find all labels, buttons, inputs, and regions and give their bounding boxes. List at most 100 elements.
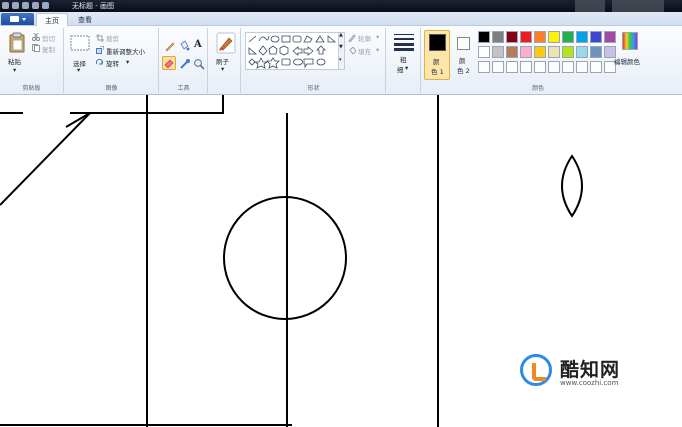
chevron-down-icon [22, 18, 26, 21]
paste-button[interactable]: 粘贴 [8, 56, 21, 66]
palette-swatch[interactable] [478, 46, 490, 58]
palette-swatch[interactable] [604, 31, 616, 43]
color2-swatch [457, 37, 470, 50]
palette-swatch[interactable] [520, 31, 532, 43]
colors-group: 颜 色 1 颜 色 2 编辑颜色 颜色 [422, 28, 654, 93]
paste-dropdown-arrow[interactable]: ▾ [13, 66, 16, 74]
palette-swatch[interactable] [534, 46, 546, 58]
shapes-gallery-scroll[interactable]: ▲ ▼ ▾ [338, 32, 345, 70]
tab-view[interactable]: 查看 [70, 13, 100, 26]
cut-icon [32, 33, 40, 41]
palette-swatch[interactable] [576, 46, 588, 58]
undo-quick-icon[interactable] [22, 2, 29, 9]
crop-button[interactable]: 裁剪 [106, 33, 119, 43]
edit-colors-icon[interactable] [622, 32, 638, 50]
palette-swatch[interactable] [534, 31, 546, 43]
palette-swatch[interactable] [548, 46, 560, 58]
rotate-icon [96, 58, 103, 65]
shapes-gallery[interactable] [245, 32, 340, 70]
outline-dropdown-arrow[interactable]: ▾ [376, 33, 379, 41]
palette-swatch[interactable] [590, 46, 602, 58]
clipboard-group: 粘贴 ▾ 剪切 复制 剪贴板 [0, 28, 64, 93]
tab-home[interactable]: 主页 [36, 13, 68, 26]
crop-icon [96, 34, 104, 42]
save-quick-icon[interactable] [12, 2, 19, 9]
rotate-button[interactable]: 旋转 [106, 58, 119, 68]
palette-swatch-empty[interactable] [478, 61, 490, 73]
palette-swatch[interactable] [590, 31, 602, 43]
watermark: 酷知网 www.coozhi.com [516, 344, 662, 396]
title-bar: 无标题 - 画图 [0, 0, 682, 12]
expand-gallery-icon[interactable]: ▾ [339, 57, 342, 63]
outline-button[interactable]: 轮廓 [358, 33, 371, 43]
color1-button[interactable]: 颜 色 1 [424, 30, 450, 80]
brush-icon[interactable] [216, 32, 236, 54]
palette-swatch-empty[interactable] [576, 61, 588, 73]
size-dropdown-arrow[interactable]: ▾ [405, 64, 408, 72]
edit-colors-button[interactable]: 编辑颜色 [614, 56, 640, 66]
fill-bucket-icon[interactable] [178, 40, 190, 52]
background-window-blur-2 [612, 0, 664, 12]
palette-swatch-empty[interactable] [562, 61, 574, 73]
app-icon [2, 2, 9, 9]
watermark-name: 酷知网 [560, 359, 621, 381]
palette-swatch[interactable] [506, 31, 518, 43]
paste-icon[interactable] [8, 32, 26, 54]
rotate-dropdown-arrow[interactable]: ▾ [126, 58, 129, 66]
palette-swatch[interactable] [478, 31, 490, 43]
palette-swatch-empty[interactable] [492, 61, 504, 73]
eraser-icon [164, 59, 174, 69]
size-label-top: 粗 [400, 56, 407, 64]
drawn-line-diagonal [0, 112, 91, 206]
size-button[interactable]: 细 [397, 64, 404, 74]
file-menu-button[interactable] [1, 13, 34, 25]
palette-swatch[interactable] [520, 46, 532, 58]
fill-button[interactable]: 填充 [358, 46, 371, 56]
color2-button[interactable]: 颜 色 2 [452, 30, 476, 80]
palette-swatch-empty[interactable] [520, 61, 532, 73]
shapes-group-label: 形状 [307, 85, 320, 92]
scroll-up-icon[interactable]: ▲ [339, 32, 343, 38]
palette-swatch[interactable] [492, 31, 504, 43]
copy-button[interactable]: 复制 [42, 44, 55, 54]
cut-button[interactable]: 剪切 [42, 33, 55, 43]
shapes-group: ▲ ▼ ▾ 轮廓 ▾ 填充 ▾ 形状 [242, 28, 386, 93]
watermark-url: www.coozhi.com [560, 379, 619, 387]
redo-quick-icon[interactable] [32, 2, 39, 9]
color2-label-top: 颜 [459, 57, 466, 65]
select-dropdown-arrow[interactable]: ▾ [77, 66, 80, 74]
pencil-icon[interactable] [164, 40, 176, 52]
palette-swatch-empty[interactable] [548, 61, 560, 73]
color1-swatch [429, 34, 446, 51]
color1-label: 色 1 [431, 68, 444, 76]
select-icon[interactable] [70, 35, 90, 51]
drawn-circle [223, 196, 347, 320]
line-width-icon[interactable] [393, 33, 415, 51]
scroll-down-icon[interactable]: ▼ [339, 44, 343, 50]
resize-button[interactable]: 重新调整大小 [106, 46, 145, 56]
palette-swatch[interactable] [562, 46, 574, 58]
palette-swatch[interactable] [506, 46, 518, 58]
magnifier-icon[interactable] [193, 58, 205, 70]
fill-dropdown-arrow[interactable]: ▾ [376, 46, 379, 54]
palette-swatch[interactable] [548, 31, 560, 43]
fill-icon [349, 47, 356, 55]
brushes-group: 刷子 ▾ [209, 28, 241, 93]
customize-quick-icon[interactable] [42, 2, 49, 9]
size-group: 粗 细 ▾ [387, 28, 421, 93]
text-tool-icon[interactable]: A [194, 39, 202, 50]
eraser-tool-button[interactable] [162, 56, 176, 70]
palette-swatch[interactable] [562, 31, 574, 43]
file-menu-icon [10, 16, 19, 22]
tools-group: A 工具 [160, 28, 208, 93]
palette-swatch[interactable] [492, 46, 504, 58]
brushes-dropdown-arrow[interactable]: ▾ [221, 65, 224, 73]
palette-swatch[interactable] [576, 31, 588, 43]
palette-swatch-empty[interactable] [534, 61, 546, 73]
palette-swatch-empty[interactable] [590, 61, 602, 73]
color-picker-icon[interactable] [179, 58, 191, 70]
color-palette [478, 31, 618, 75]
colors-group-label: 颜色 [531, 85, 544, 92]
ribbon-tab-row: 主页 查看 [0, 12, 682, 26]
palette-swatch-empty[interactable] [506, 61, 518, 73]
